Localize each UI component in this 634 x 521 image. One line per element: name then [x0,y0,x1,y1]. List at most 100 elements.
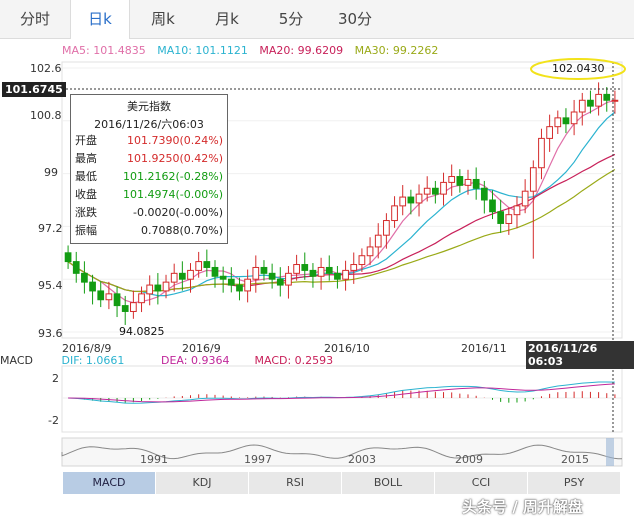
tab-macd[interactable]: MACD [63,472,156,494]
y-tick-label: 100.8 [30,109,62,122]
candle [358,255,366,266]
candle [513,205,521,216]
y-tick-label: 93.6 [38,327,63,340]
ma20-label: MA20: 99.6209 [259,44,344,57]
tab-rsi[interactable]: RSI [249,472,342,494]
tooltip-key: 开盘 [75,134,97,147]
candle [105,293,113,301]
candle [244,278,251,292]
candle [489,199,496,213]
candle [97,290,105,301]
tab-5min[interactable]: 5分 [262,0,320,38]
timeline-year: 2003 [348,453,376,466]
timeline-window-handle[interactable] [606,438,614,466]
candle [203,261,211,268]
candle [546,126,553,139]
candle [611,99,619,102]
candlestick-chart[interactable] [0,0,634,521]
timeline-year: 2015 [561,453,589,466]
candle [211,266,219,277]
y-tick-label: 102.6 [30,62,62,75]
candle [554,117,562,128]
candle [317,266,325,277]
tab-daily-k[interactable]: 日k [70,0,130,39]
tooltip-row-amplitude: 振幅 0.7088(0.70%) [71,222,227,240]
tooltip-date: 2016/11/26/六06:03 [94,118,204,131]
candle [578,99,586,113]
tab-30min[interactable]: 30分 [326,0,384,38]
candle [260,266,268,274]
tab-intraday[interactable]: 分时 [6,0,64,38]
candle [113,293,121,307]
tooltip-value: 0.7088(0.70%) [140,224,223,237]
x-tick-label: 2016/11 [461,342,507,355]
candle [603,93,611,101]
tooltip-key: 振幅 [75,224,97,237]
macd-area [61,365,623,433]
candle [219,275,227,280]
ma10-label: MA10: 101.1121 [157,44,248,57]
candle [350,264,358,271]
y-tick-label: 99 [44,166,58,179]
candle [399,196,407,207]
tab-monthly-k[interactable]: 月k [198,0,256,38]
candle [301,264,309,271]
candle [130,302,137,312]
macd-axis-label: 2 [52,372,59,385]
candle [407,196,415,204]
candle [342,269,349,280]
tooltip-row-low: 最低 101.2162(-0.28%) [71,168,227,186]
candle [480,187,488,201]
tooltip-row-high: 最高 101.9250(0.42%) [71,150,227,168]
candle [415,193,423,204]
candle [170,272,178,283]
ma30-label: MA30: 99.2262 [354,44,439,57]
candle [236,284,243,292]
tooltip-title: 美元指数 [127,100,171,113]
candle [195,261,203,271]
candle [121,305,129,312]
tooltip-value: 101.7390(0.24%) [126,134,223,147]
indicator-tab-bar: MACD KDJ RSI BOLL CCI PSY [63,472,621,494]
candle [440,181,447,195]
tab-boll[interactable]: BOLL [342,472,435,494]
tab-kdj[interactable]: KDJ [156,472,249,494]
macd-line [68,381,615,404]
macd-value-label: MACD: 0.2593 [254,354,334,367]
tab-psy[interactable]: PSY [528,472,621,494]
tooltip-key: 涨跌 [75,206,97,219]
ma-legend: MA5: 101.4835 MA10: 101.1121 MA20: 99.62… [62,44,446,57]
candle [595,93,602,107]
candle [570,111,578,125]
macd-title: MACD [0,354,33,367]
candle [89,281,96,292]
candle [497,211,505,224]
min-price-label: 94.0825 [119,325,165,338]
y-tick-label: 97.2 [38,222,63,235]
candle [162,281,170,292]
candle [146,284,154,295]
tooltip-value: 101.4974(-0.00%) [123,188,223,201]
candle [587,99,594,107]
ohlc-tooltip: 美元指数 2016/11/26/六06:03 开盘 101.7390(0.24%)… [70,94,228,244]
timeline-year: 1991 [140,453,168,466]
candle [423,187,431,195]
tooltip-value: 101.2162(-0.28%) [123,170,223,183]
candle [464,178,472,186]
candle [432,187,439,195]
tab-weekly-k[interactable]: 周k [134,0,192,38]
max-price-label: 102.0430 [552,62,605,75]
macd-dif-label: DIF: 1.0661 [61,354,125,367]
period-tab-bar: 分时 日k 周k 月k 5分 30分 [0,0,634,39]
watermark: 头条号 / 周升解盘 [462,498,583,516]
candle [366,246,374,257]
macd-dea-label: DEA: 0.9364 [161,354,230,367]
candle [276,278,284,286]
candle [309,269,317,277]
candle [505,214,513,224]
tab-cci[interactable]: CCI [435,472,528,494]
macd-line [68,383,615,403]
candle [334,272,341,280]
candle [383,220,390,236]
candle [285,272,292,286]
